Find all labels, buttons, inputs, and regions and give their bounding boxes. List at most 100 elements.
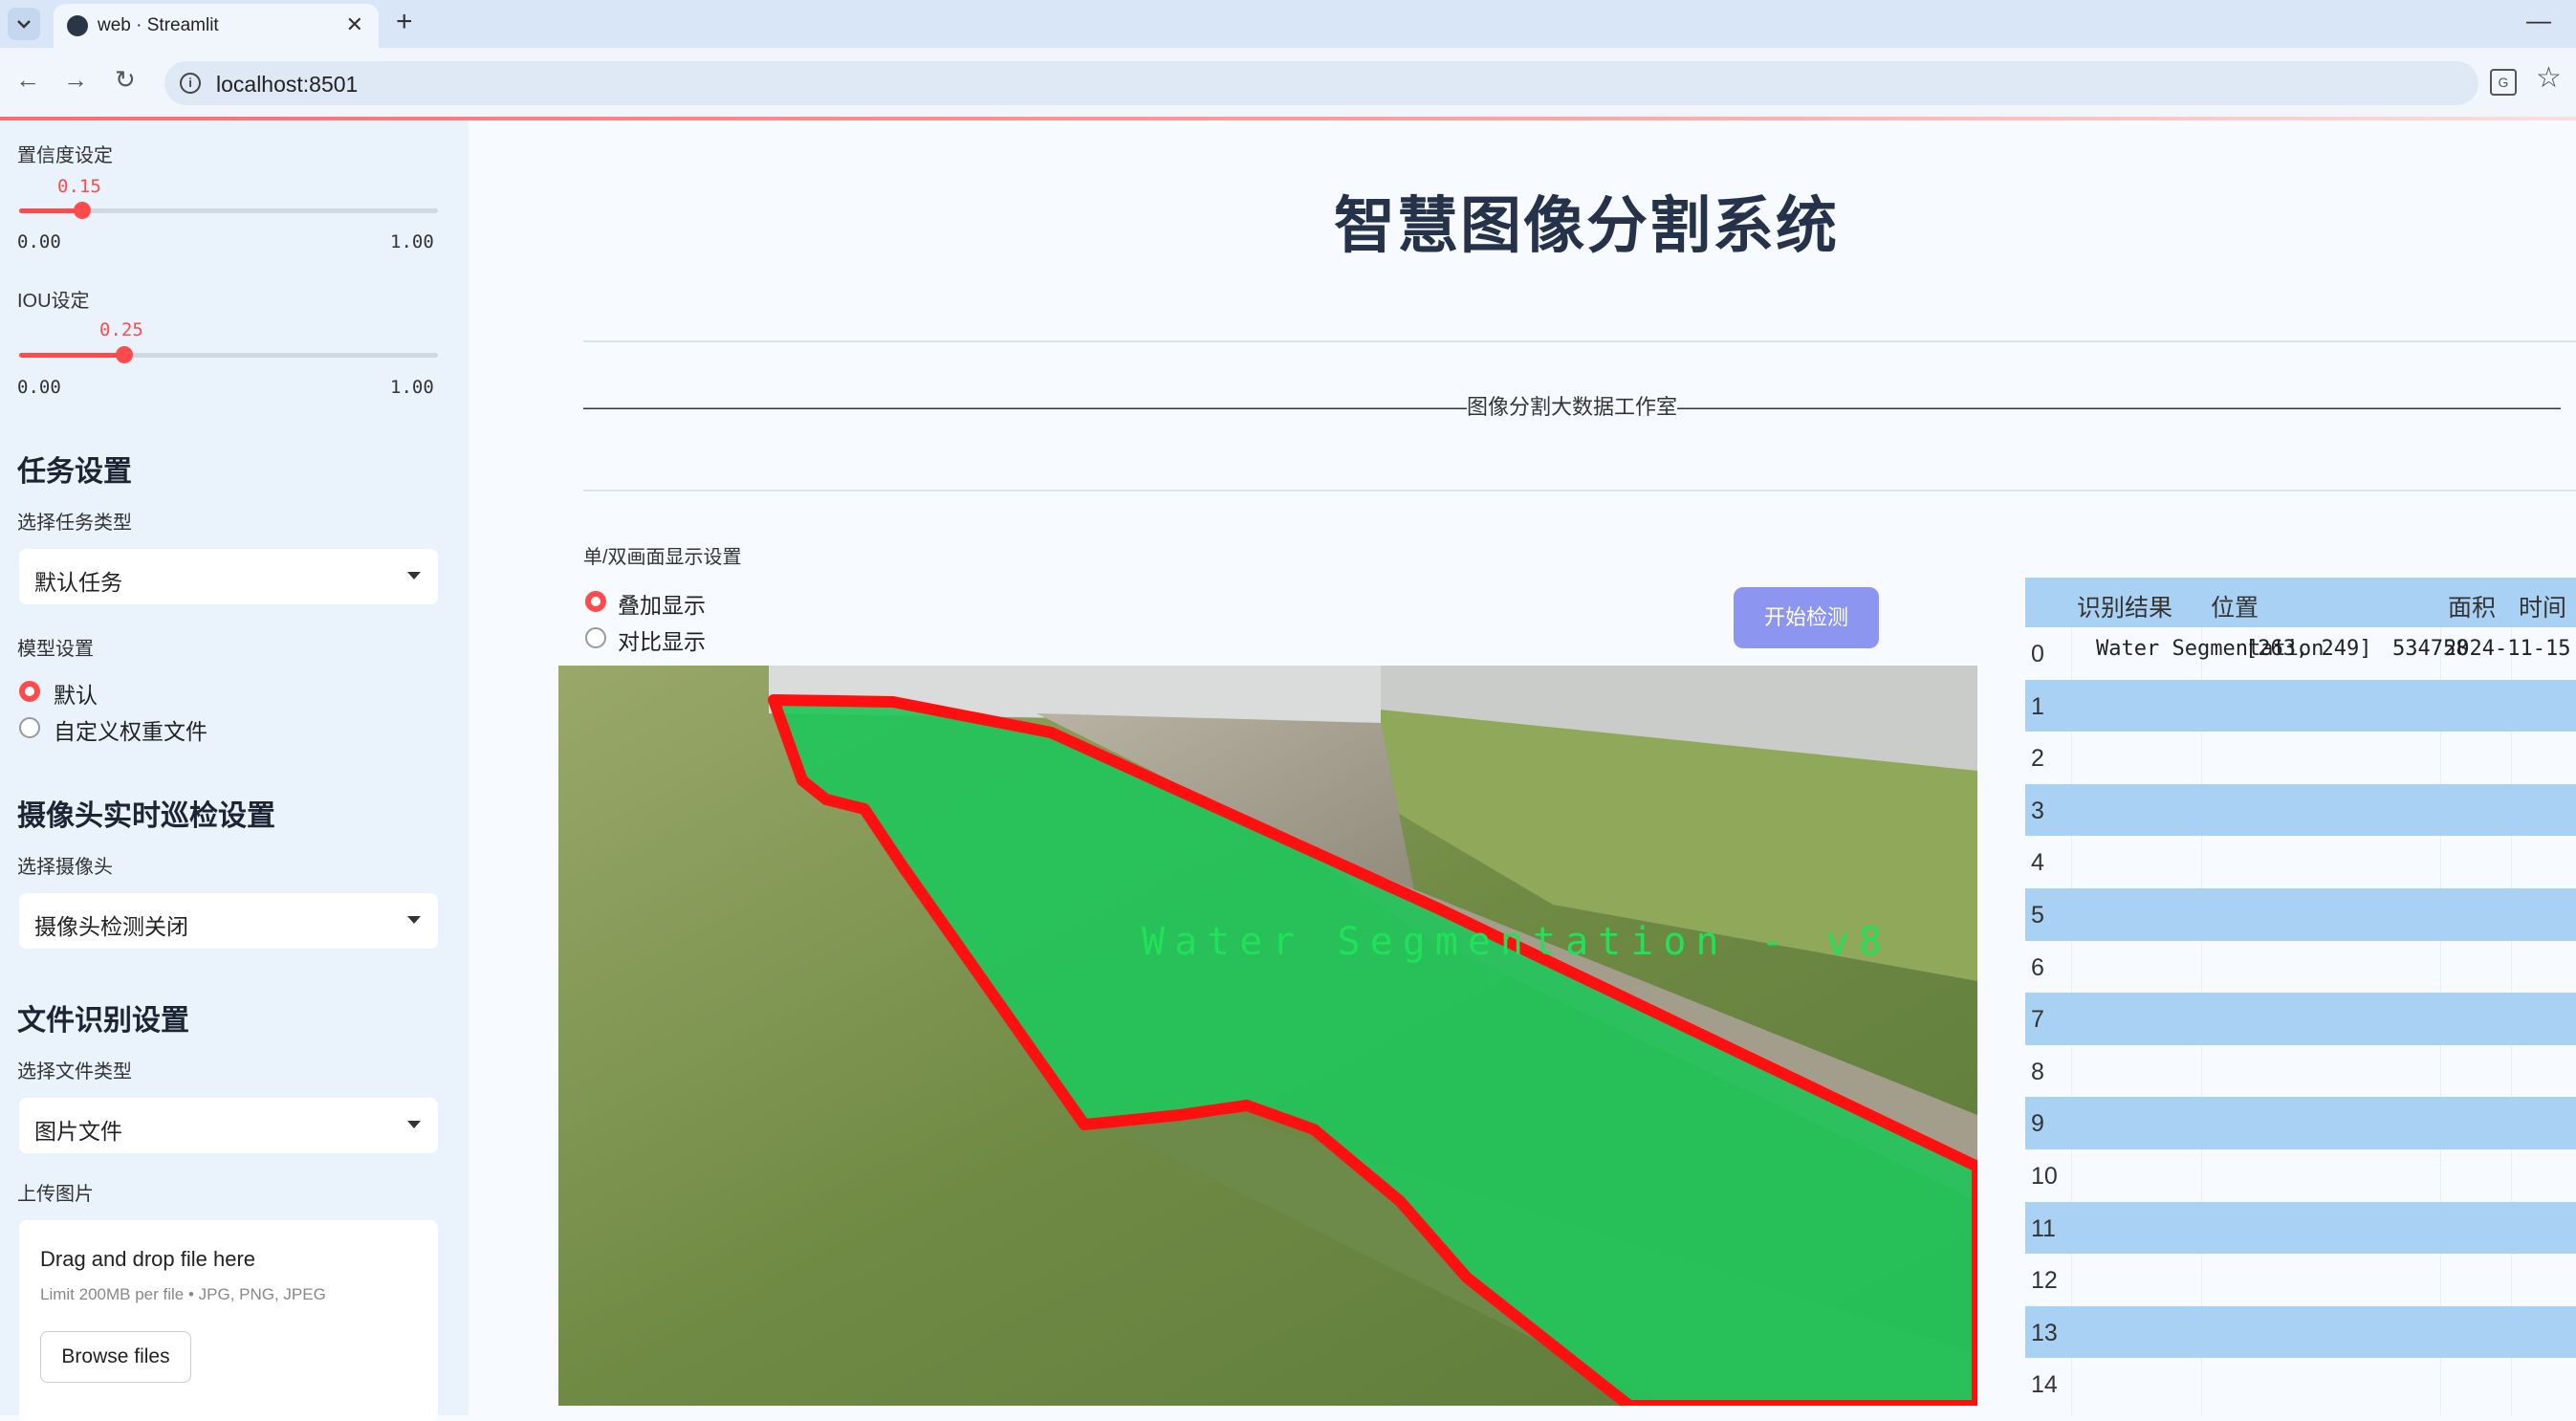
row-index: 11 <box>2031 1214 2056 1242</box>
confidence-slider[interactable] <box>19 202 438 219</box>
model-default-label: 默认 <box>54 683 98 708</box>
file-settings-heading: 文件识别设置 <box>17 1005 189 1037</box>
row-index: 2 <box>2031 745 2044 773</box>
divider <box>583 490 2576 492</box>
task-type-select[interactable]: 默认任务 <box>19 549 438 604</box>
sidebar: 置信度设定 0.15 0.00 1.00 IOU设定 0.25 0.00 1.0… <box>0 120 469 1421</box>
iou-slider[interactable] <box>19 346 438 363</box>
row-index: 3 <box>2031 797 2044 824</box>
upload-limit: Limit 200MB per file • JPG, PNG, JPEG <box>40 1285 326 1303</box>
column-header-position[interactable]: 位置 <box>2211 589 2259 623</box>
table-row[interactable]: 14 <box>2025 1358 2576 1410</box>
upload-instructions: Drag and drop file here <box>40 1247 256 1271</box>
model-settings-label: 模型设置 <box>17 639 94 660</box>
overlay-display-radio[interactable] <box>585 591 606 612</box>
camera-select[interactable]: 摄像头检测关闭 <box>19 893 438 949</box>
site-info-icon[interactable]: i <box>180 73 201 94</box>
chevron-down-icon <box>407 572 421 579</box>
iou-label: IOU设定 <box>17 291 90 312</box>
minimize-window-button[interactable]: — <box>2526 6 2551 35</box>
confidence-slider-thumb[interactable] <box>73 202 91 219</box>
new-tab-button[interactable]: + <box>396 6 413 38</box>
cell-position: [263, 249] <box>2245 637 2372 661</box>
browse-files-button[interactable]: Browse files <box>40 1331 191 1383</box>
page-title: 智慧图像分割系统 <box>1334 191 1839 260</box>
studio-banner: ————————————————————————————————————————… <box>583 395 2562 419</box>
forward-arrow-icon[interactable]: → <box>63 65 88 95</box>
address-bar-row: ← → ↻ i localhost:8501 G ☆ <box>0 48 2576 117</box>
chevron-down-icon <box>17 20 31 29</box>
browser-tab[interactable]: web · Streamlit ✕ <box>54 4 379 48</box>
overlay-display-label: 叠加显示 <box>618 593 706 618</box>
row-index: 13 <box>2031 1319 2058 1346</box>
start-detection-button[interactable]: 开始检测 <box>1734 587 1879 648</box>
url-input[interactable]: i localhost:8501 <box>164 61 2478 105</box>
camera-select-label: 选择摄像头 <box>17 857 113 878</box>
task-type-value: 默认任务 <box>34 570 122 595</box>
row-index: 10 <box>2031 1163 2058 1190</box>
task-settings-heading: 任务设置 <box>17 456 132 488</box>
table-row[interactable]: 7 <box>2025 993 2576 1045</box>
table-row[interactable]: 10 <box>2025 1149 2576 1202</box>
compare-display-radio[interactable] <box>585 627 606 648</box>
chevron-down-icon <box>407 916 421 924</box>
overlay-label: Water Segmentation - v8 <box>1142 920 1891 964</box>
confidence-slider-fill <box>19 208 82 213</box>
table-row[interactable]: 1 <box>2025 679 2576 732</box>
row-index: 9 <box>2031 1110 2044 1138</box>
results-table[interactable]: 识别结果 位置 面积 时间 0 Water Segmentation [263, 2… <box>2025 578 2576 1415</box>
segmentation-result-image: Water Segmentation - v8 <box>558 666 1977 1406</box>
row-index: 1 <box>2031 692 2044 720</box>
upload-label: 上传图片 <box>17 1184 94 1205</box>
url-text: localhost:8501 <box>216 72 359 97</box>
table-row[interactable]: 0 Water Segmentation [263, 249] 534758 2024-… <box>2025 627 2576 680</box>
model-custom-label: 自定义权重文件 <box>54 719 207 744</box>
row-index: 6 <box>2031 953 2044 981</box>
translate-icon[interactable]: G <box>2490 69 2517 96</box>
iou-slider-fill <box>19 353 124 358</box>
table-row[interactable]: 13 <box>2025 1305 2576 1359</box>
file-uploader-dropzone[interactable]: Drag and drop file here Limit 200MB per … <box>19 1220 438 1421</box>
confidence-max: 1.00 <box>390 231 434 252</box>
file-type-value: 图片文件 <box>34 1119 122 1144</box>
table-row[interactable]: 8 <box>2025 1045 2576 1098</box>
table-row[interactable]: 4 <box>2025 836 2576 888</box>
iou-max: 1.00 <box>390 377 434 398</box>
file-type-label: 选择文件类型 <box>17 1061 132 1082</box>
camera-select-value: 摄像头检测关闭 <box>34 914 188 939</box>
browser-tab-bar: web · Streamlit ✕ + — <box>0 0 2576 48</box>
row-index: 8 <box>2031 1058 2044 1085</box>
row-index: 5 <box>2031 902 2044 929</box>
model-custom-radio[interactable] <box>19 717 40 738</box>
table-row[interactable]: 6 <box>2025 941 2576 994</box>
file-type-select[interactable]: 图片文件 <box>19 1098 438 1153</box>
column-header-time[interactable]: 时间 <box>2519 589 2566 623</box>
compare-display-label: 对比显示 <box>618 629 706 654</box>
divider <box>583 340 2576 342</box>
table-row[interactable]: 5 <box>2025 888 2576 941</box>
reload-icon[interactable]: ↻ <box>115 65 136 95</box>
iou-slider-thumb[interactable] <box>115 346 133 363</box>
row-index: 14 <box>2031 1371 2058 1399</box>
tab-search-button[interactable] <box>8 8 40 40</box>
confidence-value: 0.15 <box>57 176 101 197</box>
table-row[interactable]: 12 <box>2025 1254 2576 1306</box>
bookmark-star-icon[interactable]: ☆ <box>2536 61 2562 95</box>
close-tab-icon[interactable]: ✕ <box>346 12 363 37</box>
model-default-radio[interactable] <box>19 681 40 702</box>
column-header-result[interactable]: 识别结果 <box>2077 589 2172 623</box>
back-arrow-icon[interactable]: ← <box>15 65 40 95</box>
cell-time: 2024-11-15 12:05 <box>2444 637 2576 661</box>
table-row[interactable]: 9 <box>2025 1097 2576 1149</box>
table-row[interactable]: 2 <box>2025 732 2576 784</box>
display-mode-label: 单/双画面显示设置 <box>583 547 742 568</box>
confidence-label: 置信度设定 <box>17 145 113 166</box>
table-row[interactable]: 11 <box>2025 1201 2576 1255</box>
tab-title: web · Streamlit <box>98 15 219 35</box>
column-header-area[interactable]: 面积 <box>2448 589 2496 623</box>
confidence-min: 0.00 <box>17 231 61 252</box>
table-row[interactable]: 3 <box>2025 783 2576 837</box>
iou-min: 0.00 <box>17 377 61 398</box>
camera-settings-heading: 摄像头实时巡检设置 <box>17 800 275 832</box>
task-type-label: 选择任务类型 <box>17 513 132 534</box>
